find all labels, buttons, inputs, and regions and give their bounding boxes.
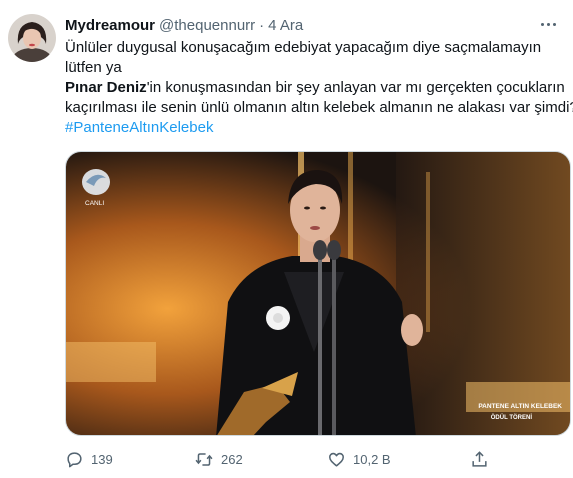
- author-name[interactable]: Mydreamour: [65, 17, 155, 34]
- separator-dot: ·: [259, 16, 265, 34]
- media-caption-subtitle: ÖDÜL TÖRENİ: [491, 414, 533, 421]
- author-avatar[interactable]: [8, 14, 56, 62]
- reply-button[interactable]: 139: [57, 447, 113, 471]
- heart-icon: [319, 447, 353, 471]
- retweet-icon: [187, 447, 221, 471]
- more-options-icon[interactable]: [537, 14, 559, 34]
- media-caption-title: PANTENE ALTIN KELEBEK: [478, 403, 562, 410]
- tweet-text-line: Ünlüler duygusal konuşacağım edebiyat ya…: [65, 39, 542, 56]
- tweet-card[interactable]: Mydreamour @thequennurr · 4 Ara Ünlüler …: [0, 0, 573, 478]
- tweet-text-line: lütfen ya: [65, 59, 122, 76]
- like-button[interactable]: 10,2 B: [319, 447, 391, 471]
- share-icon: [462, 447, 496, 471]
- tweet-media-image[interactable]: CANLI PANTENE ALTIN KELEBEK ÖDÜL TÖRENİ: [65, 151, 571, 436]
- share-button[interactable]: [462, 447, 496, 471]
- channel-logo-text: CANLI: [85, 200, 104, 207]
- tweet-actions: 139 262 10,2 B: [57, 447, 527, 471]
- like-count: 10,2 B: [353, 451, 391, 467]
- reply-icon: [57, 447, 91, 471]
- tweet-text-fragment: 'in konuşmasından bir şey anlayan var mı…: [146, 79, 565, 96]
- tweet-text: Ünlüler duygusal konuşacağım edebiyat ya…: [65, 38, 573, 138]
- tweet-date[interactable]: 4 Ara: [268, 17, 303, 34]
- hashtag-link[interactable]: #PanteneAltınKelebek: [65, 118, 565, 138]
- tweet-text-line: Pınar Deniz'in konuşmasından bir şey anl…: [65, 78, 565, 98]
- mention-name: Pınar Deniz: [65, 79, 147, 96]
- tweet-header: Mydreamour @thequennurr · 4 Ara: [65, 15, 533, 35]
- retweet-count: 262: [221, 451, 243, 467]
- tweet-text-line: kaçırılması ile senin ünlü olmanın altın…: [65, 99, 573, 116]
- author-handle[interactable]: @thequennurr: [159, 17, 255, 34]
- reply-count: 139: [91, 451, 113, 467]
- retweet-button[interactable]: 262: [187, 447, 243, 471]
